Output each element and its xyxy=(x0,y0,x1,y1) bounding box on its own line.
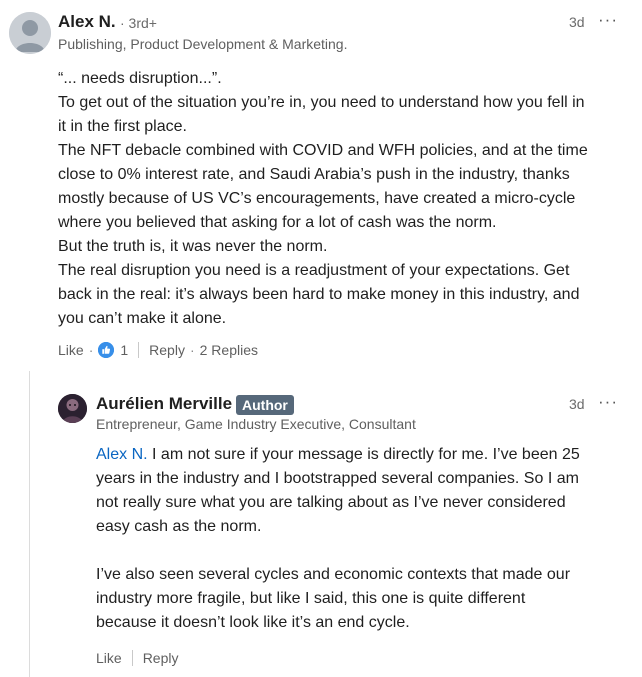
comment-actions: Like · 1 Reply · 2 Replies xyxy=(58,339,258,361)
comment-line: back in the real: it’s always been hard … xyxy=(58,286,580,303)
thread-line xyxy=(29,371,30,677)
comment-line: you can’t make it alone. xyxy=(58,310,227,327)
more-options-icon[interactable]: ··· xyxy=(598,10,618,30)
comment-line: To get out of the situation you’re in, y… xyxy=(58,94,585,111)
reply-line-text: I am not sure if your message is directl… xyxy=(147,446,580,463)
view-replies-link[interactable]: 2 Replies xyxy=(200,342,258,358)
comment-line: The real disruption you need is a readju… xyxy=(58,262,570,279)
reply-line: years in the industry and I bootstrapped… xyxy=(96,470,579,487)
like-button[interactable]: Like xyxy=(96,650,122,666)
profile-photo-icon xyxy=(58,394,87,423)
reply-button[interactable]: Reply xyxy=(143,650,179,666)
reply-button[interactable]: Reply xyxy=(149,342,185,358)
comment-line: “... needs disruption...”. xyxy=(58,70,222,87)
mention-link[interactable]: Alex N. xyxy=(96,446,148,463)
comment-line: it in the first place. xyxy=(58,118,187,135)
reply-body: Alex N. I am not sure if your message is… xyxy=(96,443,634,635)
comment-body: “... needs disruption...”. To get out of… xyxy=(58,67,634,331)
reply-line: industry more fragile, but like I said, … xyxy=(96,590,526,607)
comment-line: where you believed that asking for a lot… xyxy=(58,214,497,231)
author-headline: Publishing, Product Development & Market… xyxy=(58,36,348,52)
reply-line: easy cash as the norm. xyxy=(96,518,262,535)
more-options-icon[interactable]: ··· xyxy=(598,392,618,412)
comment-line: mostly because of US VC’s encouragements… xyxy=(58,190,576,207)
avatar[interactable] xyxy=(9,12,51,54)
author-badge: Author xyxy=(236,395,294,415)
action-separator: · xyxy=(88,342,94,358)
reply-author-name[interactable]: Aurélien Merville xyxy=(96,394,232,414)
reply-timestamp: 3d xyxy=(569,396,585,412)
connection-degree: · 3rd+ xyxy=(120,15,157,31)
action-divider xyxy=(138,342,140,358)
comment-author-name[interactable]: Alex N. xyxy=(58,12,116,32)
comment-line: But the truth is, it was never the norm. xyxy=(58,238,328,255)
action-separator: · xyxy=(189,342,195,358)
reply-line: not really sure what you are talking abo… xyxy=(96,494,566,511)
reaction-count[interactable]: 1 xyxy=(120,342,128,358)
thumbs-up-icon xyxy=(98,342,115,358)
reply-actions: Like Reply xyxy=(96,647,178,669)
reply-avatar[interactable] xyxy=(58,394,87,423)
reply-line: because it doesn’t look like it’s an end… xyxy=(96,614,410,631)
reply-line: I’ve also seen several cycles and econom… xyxy=(96,566,571,583)
like-button[interactable]: Like xyxy=(58,342,84,358)
comment-line: close to 0% interest rate, and Saudi Ara… xyxy=(58,166,570,183)
default-avatar-icon xyxy=(9,12,51,54)
reply-author-headline: Entrepreneur, Game Industry Executive, C… xyxy=(96,416,416,432)
comment-line: The NFT debacle combined with COVID and … xyxy=(58,142,588,159)
reply-line: Alex N. I am not sure if your message is… xyxy=(96,443,634,467)
comment-timestamp: 3d xyxy=(569,14,585,30)
like-reaction-icon[interactable] xyxy=(98,342,115,358)
action-divider xyxy=(131,650,133,666)
